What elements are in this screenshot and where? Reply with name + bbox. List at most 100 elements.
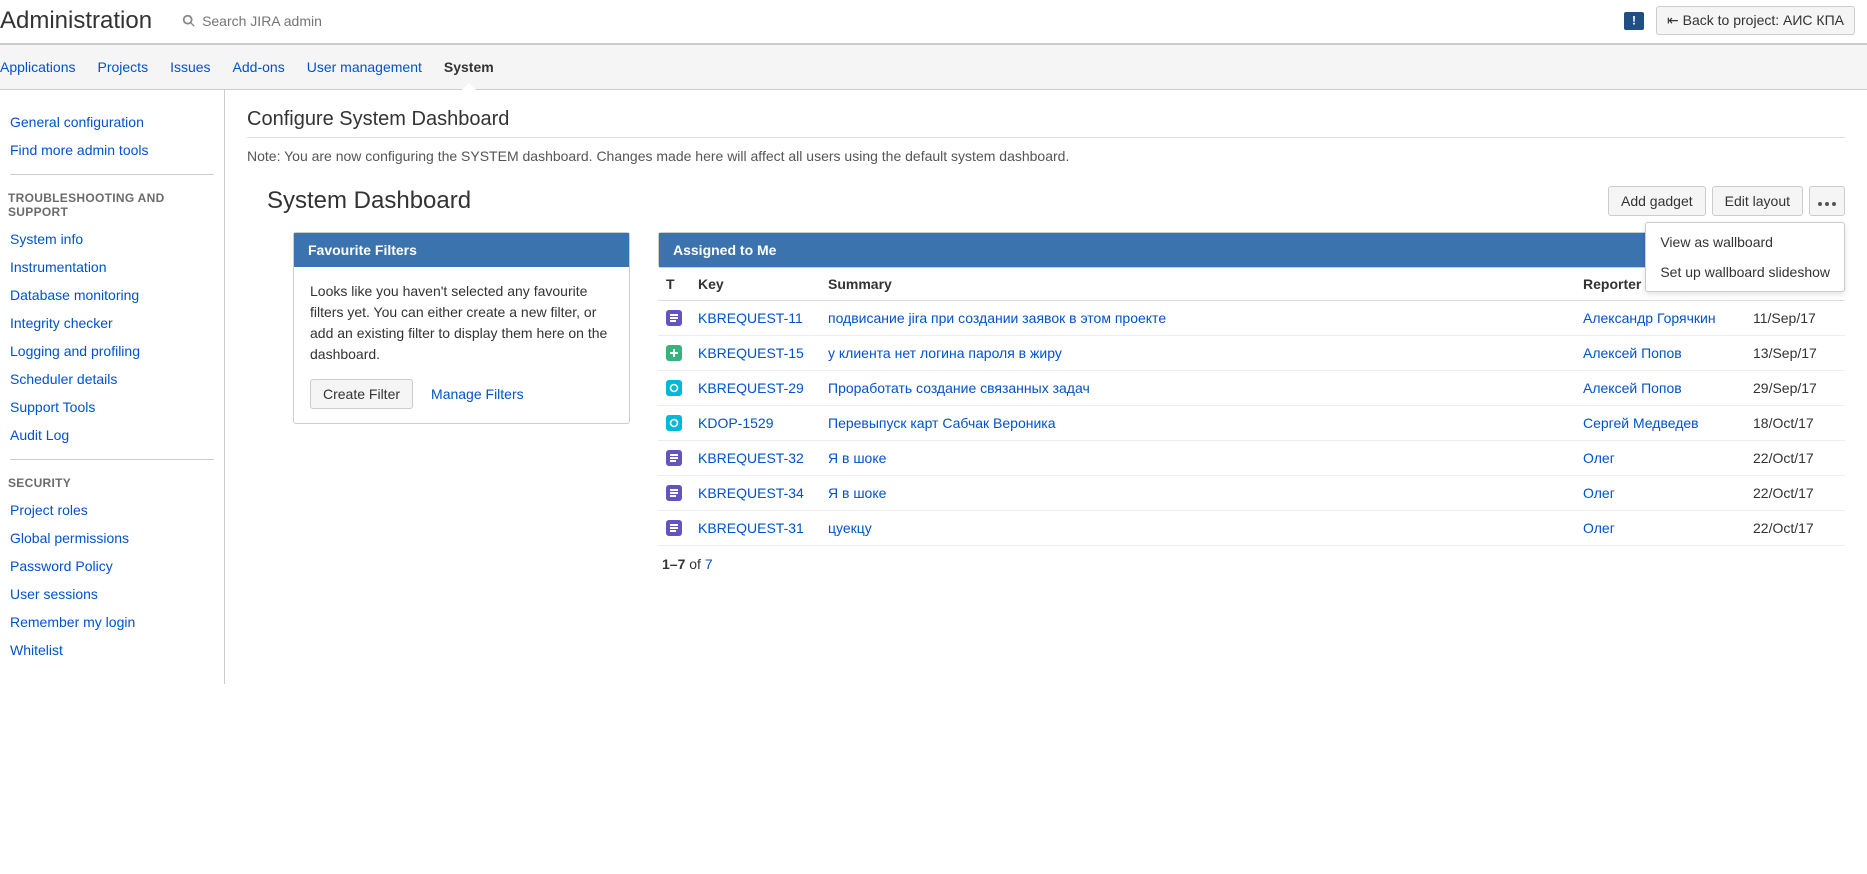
sidebar-link-instrumentation[interactable]: Instrumentation — [0, 253, 224, 281]
sidebar-link-remember-my-login[interactable]: Remember my login — [0, 608, 224, 636]
sidebar-link-password-policy[interactable]: Password Policy — [0, 552, 224, 580]
created-cell: 11/Sep/17 — [1745, 301, 1845, 336]
page-title: Configure System Dashboard — [247, 108, 1845, 131]
gadget-header: Favourite Filters — [294, 233, 629, 267]
reporter-link[interactable]: Олег — [1583, 520, 1615, 536]
issue-type-icon — [666, 310, 682, 326]
issue-summary-link[interactable]: подвисание jira при создании заявок в эт… — [828, 310, 1166, 326]
top-header: Administration ⇤ Back to project: АИС КП… — [0, 0, 1867, 45]
created-cell: 22/Oct/17 — [1745, 511, 1845, 546]
issue-key-link[interactable]: KBREQUEST-34 — [698, 485, 804, 501]
assigned-table: T Key Summary Reporter Created KBREQUEST… — [658, 268, 1845, 546]
issue-summary-link[interactable]: Перевыпуск карт Сабчак Вероника — [828, 415, 1056, 431]
paging-range: 1–7 — [662, 556, 685, 572]
table-row: KBREQUEST-32 Я в шоке Олег 22/Oct/17 — [658, 441, 1845, 476]
reporter-link[interactable]: Олег — [1583, 450, 1615, 466]
admin-nav-tabs: Applications Projects Issues Add-ons User ma… — [0, 45, 1867, 90]
ellipsis-icon — [1818, 202, 1836, 206]
created-cell: 18/Oct/17 — [1745, 406, 1845, 441]
created-cell: 29/Sep/17 — [1745, 371, 1845, 406]
main-content: Configure System Dashboard Note: You are… — [225, 90, 1867, 684]
back-to-project-button[interactable]: ⇤ Back to project: АИС КПА — [1656, 6, 1855, 35]
issue-key-link[interactable]: KBREQUEST-29 — [698, 380, 804, 396]
table-row: KBREQUEST-11 подвисание jira при создании… — [658, 301, 1845, 336]
feedback-icon[interactable] — [1624, 12, 1644, 30]
paging-total-link[interactable]: 7 — [705, 556, 713, 572]
issue-type-icon — [666, 345, 682, 361]
sidebar-heading: SECURITY — [0, 470, 224, 496]
table-row: KDOP-1529 Перевыпуск карт Сабчак Вероника… — [658, 406, 1845, 441]
add-gadget-button[interactable]: Add gadget — [1608, 186, 1706, 216]
sidebar-link-logging-and-profiling[interactable]: Logging and profiling — [0, 337, 224, 365]
reporter-link[interactable]: Александр Горячкин — [1583, 310, 1716, 326]
issue-key-link[interactable]: KBREQUEST-31 — [698, 520, 804, 536]
sidebar-link-integrity-checker[interactable]: Integrity checker — [0, 309, 224, 337]
favourite-filters-gadget: Favourite Filters Looks like you haven't… — [293, 232, 630, 424]
table-row: KBREQUEST-34 Я в шоке Олег 22/Oct/17 — [658, 476, 1845, 511]
tab-projects[interactable]: Projects — [98, 45, 149, 89]
tab-issues[interactable]: Issues — [170, 45, 210, 89]
edit-layout-button[interactable]: Edit layout — [1712, 186, 1803, 216]
reporter-link[interactable]: Сергей Медведев — [1583, 415, 1699, 431]
sidebar-link-user-sessions[interactable]: User sessions — [0, 580, 224, 608]
dashboard-header: System Dashboard Add gadget Edit layout … — [247, 186, 1845, 216]
created-cell: 22/Oct/17 — [1745, 476, 1845, 511]
manage-filters-link[interactable]: Manage Filters — [431, 386, 524, 402]
search-icon — [182, 14, 196, 28]
sidebar-link-project-roles[interactable]: Project roles — [0, 496, 224, 524]
issue-key-link[interactable]: KBREQUEST-15 — [698, 345, 804, 361]
more-actions-menu: View as wallboardSet up wallboard slides… — [1645, 222, 1845, 292]
sidebar-heading: TROUBLESHOOTING AND SUPPORT — [0, 185, 224, 225]
reporter-link[interactable]: Алексей Попов — [1583, 380, 1682, 396]
issue-summary-link[interactable]: цуекцу — [828, 520, 872, 536]
tab-user-management[interactable]: User management — [307, 45, 422, 89]
issue-type-icon — [666, 450, 682, 466]
menu-item-set-up-wallboard-slideshow[interactable]: Set up wallboard slideshow — [1646, 257, 1844, 287]
page-heading: Administration — [0, 7, 152, 35]
sidebar-link-support-tools[interactable]: Support Tools — [0, 393, 224, 421]
issue-summary-link[interactable]: Я в шоке — [828, 450, 886, 466]
table-row: KBREQUEST-15 у клиента нет логина пароля … — [658, 336, 1845, 371]
favourite-filters-text: Looks like you haven't selected any favo… — [310, 281, 613, 365]
col-type[interactable]: T — [658, 268, 690, 301]
issue-key-link[interactable]: KDOP-1529 — [698, 415, 773, 431]
created-cell: 13/Sep/17 — [1745, 336, 1845, 371]
sidebar-link-audit-log[interactable]: Audit Log — [0, 421, 224, 449]
issue-type-icon — [666, 380, 682, 396]
reporter-link[interactable]: Олег — [1583, 485, 1615, 501]
sidebar-link-system-info[interactable]: System info — [0, 225, 224, 253]
col-summary[interactable]: Summary — [820, 268, 1575, 301]
config-note: Note: You are now configuring the SYSTEM… — [247, 148, 1845, 164]
created-cell: 22/Oct/17 — [1745, 441, 1845, 476]
issue-summary-link[interactable]: у клиента нет логина пароля в жиру — [828, 345, 1062, 361]
reporter-link[interactable]: Алексей Попов — [1583, 345, 1682, 361]
sidebar-link-global-permissions[interactable]: Global permissions — [0, 524, 224, 552]
issue-summary-link[interactable]: Проработать создание связанных задач — [828, 380, 1090, 396]
tab-applications[interactable]: Applications — [0, 45, 76, 89]
col-key[interactable]: Key — [690, 268, 820, 301]
sidebar-link-scheduler-details[interactable]: Scheduler details — [0, 365, 224, 393]
sidebar-link-general-configuration[interactable]: General configuration — [0, 108, 224, 136]
table-row: KBREQUEST-31 цуекцу Олег 22/Oct/17 — [658, 511, 1845, 546]
search-input[interactable] — [202, 13, 462, 29]
sidebar-link-find-more-admin-tools[interactable]: Find more admin tools — [0, 136, 224, 164]
issue-key-link[interactable]: KBREQUEST-32 — [698, 450, 804, 466]
issue-key-link[interactable]: KBREQUEST-11 — [698, 310, 803, 326]
issue-type-icon — [666, 520, 682, 536]
issue-type-icon — [666, 415, 682, 431]
admin-sidebar: General configurationFind more admin too… — [0, 90, 225, 684]
dashboard-title: System Dashboard — [267, 187, 1602, 215]
sidebar-link-database-monitoring[interactable]: Database monitoring — [0, 281, 224, 309]
more-actions-button[interactable] — [1809, 186, 1845, 216]
admin-search[interactable] — [182, 13, 1624, 29]
sidebar-link-whitelist[interactable]: Whitelist — [0, 636, 224, 664]
create-filter-button[interactable]: Create Filter — [310, 379, 413, 409]
tab-system[interactable]: System — [444, 45, 494, 89]
menu-item-view-as-wallboard[interactable]: View as wallboard — [1646, 227, 1844, 257]
table-row: KBREQUEST-29 Проработать создание связанн… — [658, 371, 1845, 406]
issue-summary-link[interactable]: Я в шоке — [828, 485, 886, 501]
table-paging: 1–7 of 7 — [658, 546, 1845, 582]
title-rule — [247, 137, 1845, 138]
tab-add-ons[interactable]: Add-ons — [233, 45, 285, 89]
issue-type-icon — [666, 485, 682, 501]
